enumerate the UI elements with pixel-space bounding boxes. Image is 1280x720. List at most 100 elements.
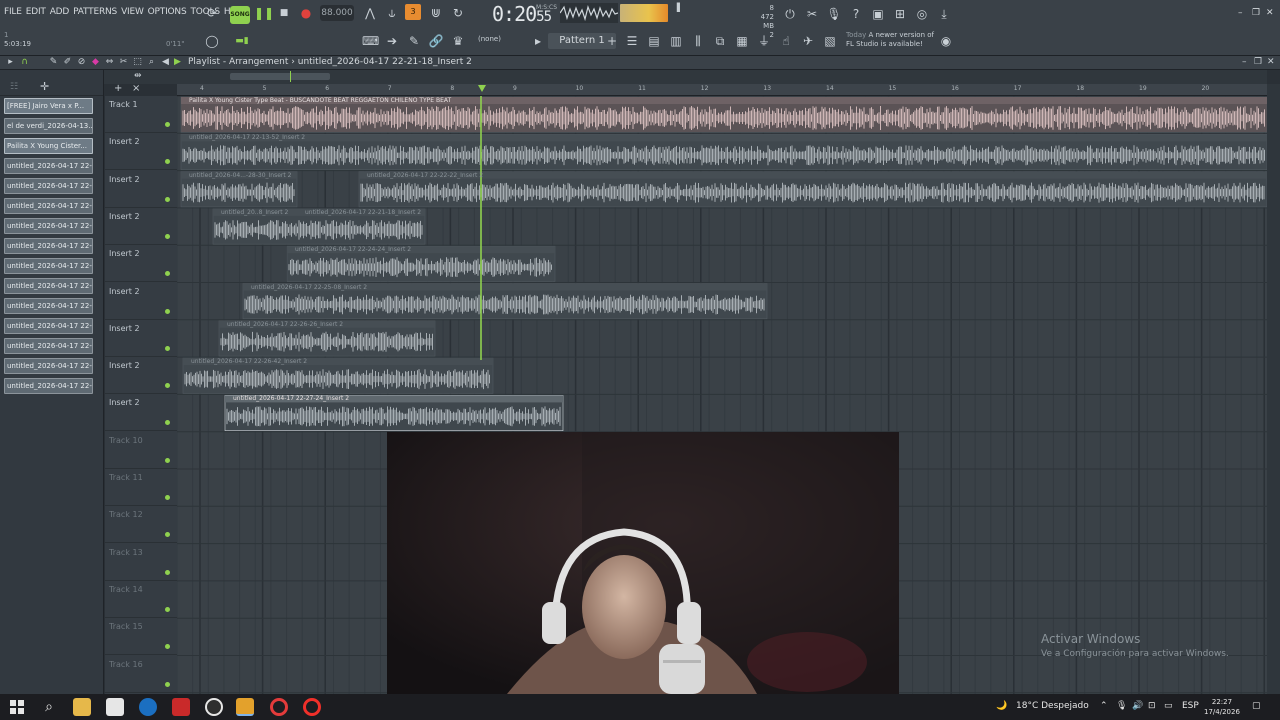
- stop-button[interactable]: ■: [276, 5, 292, 21]
- picker-clip-item[interactable]: untitled_2026-04-17 22-...: [4, 198, 93, 214]
- add-track-icon[interactable]: +: [114, 83, 122, 94]
- wait-input-icon[interactable]: ⫝: [384, 5, 400, 21]
- menu-edit[interactable]: EDIT: [26, 7, 46, 17]
- menu-view[interactable]: VIEW: [121, 7, 144, 17]
- download-icon[interactable]: ⤓: [936, 6, 952, 22]
- save-icon[interactable]: ▣: [870, 6, 886, 22]
- track-header[interactable]: Insert 2: [105, 320, 177, 357]
- steam-icon[interactable]: [139, 698, 157, 716]
- track-mute-led[interactable]: [165, 308, 170, 314]
- track-header[interactable]: Track 15: [105, 618, 177, 656]
- track-header[interactable]: Insert 2: [105, 208, 177, 245]
- track-mute-led[interactable]: [165, 233, 170, 239]
- fl-studio-icon[interactable]: [236, 698, 254, 716]
- picker-clip-item[interactable]: untitled_2026-04-17 22-...: [4, 358, 93, 374]
- link-icon[interactable]: 🔗: [428, 33, 444, 49]
- paint-tool-icon[interactable]: ✐: [63, 57, 72, 67]
- zoom-tool-icon[interactable]: ⌕: [147, 57, 156, 67]
- opera-icon[interactable]: [303, 698, 321, 716]
- undo-history-icon[interactable]: ⏻: [782, 6, 798, 22]
- track-header[interactable]: Track 10: [105, 432, 177, 469]
- magnet-icon[interactable]: ∩: [20, 57, 29, 67]
- minimize-icon[interactable]: –: [1238, 8, 1243, 18]
- track-mute-led[interactable]: [165, 159, 170, 165]
- picker-clip-item[interactable]: untitled_2026-04-17 22-...: [4, 338, 93, 354]
- track-mute-led[interactable]: [165, 196, 170, 202]
- playhead-marker[interactable]: [478, 85, 486, 92]
- plug-icon[interactable]: ⏚: [756, 33, 772, 49]
- opera-gx-icon[interactable]: [270, 698, 288, 716]
- cut-tool-icon[interactable]: ✂: [804, 6, 820, 22]
- picker-clip-item[interactable]: untitled_2026-04-17 22-...: [4, 178, 93, 194]
- select-tool-icon[interactable]: ⬚: [133, 57, 142, 67]
- track-header[interactable]: Insert 2: [105, 357, 177, 395]
- picker-move-icon[interactable]: ✛: [40, 80, 49, 93]
- microphone-icon[interactable]: 🎙: [826, 6, 842, 22]
- app-icon-1[interactable]: [106, 698, 124, 716]
- master-pitch-knob[interactable]: ◯: [204, 33, 220, 49]
- update-hint[interactable]: Today A newer version of FL Studio is av…: [846, 31, 934, 49]
- picker-clip-item[interactable]: untitled_2026-04-17 22-...: [4, 218, 93, 234]
- online-status-icon[interactable]: ◉: [938, 33, 954, 49]
- touch-icon[interactable]: ☝: [778, 33, 794, 49]
- picker-clip-item[interactable]: untitled_2026-04-17 22-...: [4, 378, 93, 394]
- pitch-knob-icon[interactable]: ▌: [672, 0, 688, 16]
- playback-tool-icon[interactable]: ◀: [161, 57, 170, 67]
- pattern-song-toggle[interactable]: SONG: [230, 6, 250, 24]
- track-header[interactable]: Track 1: [105, 96, 177, 133]
- metronome-icon[interactable]: ⋀: [362, 5, 378, 21]
- menu-file[interactable]: FILE: [4, 7, 22, 17]
- restore-icon[interactable]: ❐: [1252, 8, 1260, 18]
- search-icon[interactable]: ⌕: [40, 698, 58, 716]
- app-icon-3[interactable]: [205, 698, 223, 716]
- loop-record-icon[interactable]: ↻: [450, 5, 466, 21]
- menu-options[interactable]: OPTIONS: [148, 7, 187, 17]
- slip-tool-icon[interactable]: ⇔: [105, 57, 114, 67]
- hint-loop-icon[interactable]: ⟳: [204, 5, 220, 21]
- mute-tool-icon[interactable]: ◆: [91, 57, 100, 67]
- language-indicator[interactable]: ESP: [1182, 701, 1199, 711]
- track-mute-led[interactable]: [165, 345, 170, 351]
- picker-clip-item[interactable]: untitled_2026-04-17 22-...: [4, 298, 93, 314]
- channel-filter-select[interactable]: (none): [478, 35, 501, 43]
- snap-toggle[interactable]: ▬▮: [234, 33, 250, 49]
- track-header[interactable]: Insert 2: [105, 394, 177, 432]
- track-mute-led[interactable]: [165, 569, 170, 575]
- picker-list-icon[interactable]: ☷: [10, 82, 18, 92]
- picker-clip-item[interactable]: untitled_2026-04-17 22-...: [4, 318, 93, 334]
- track-header[interactable]: Insert 2: [105, 133, 177, 171]
- tray-chevron-icon[interactable]: ⌃: [1100, 701, 1108, 711]
- track-mute-led[interactable]: [165, 606, 170, 612]
- pl-minimize-icon[interactable]: –: [1242, 57, 1247, 67]
- picker-clip-item[interactable]: untitled_2026-04-17 22-...: [4, 258, 93, 274]
- zoom-icon[interactable]: ⇹: [134, 71, 142, 81]
- battery-icon[interactable]: ▭: [1164, 701, 1173, 711]
- picker-close-icon[interactable]: ×: [132, 83, 140, 94]
- countdown-icon[interactable]: 3: [405, 4, 421, 20]
- playlist-play-icon[interactable]: ▶: [174, 57, 181, 67]
- overview-scroll-handle[interactable]: [230, 73, 330, 80]
- file-explorer-icon[interactable]: [73, 698, 91, 716]
- weather-text[interactable]: 18°C Despejado: [1016, 701, 1089, 711]
- track-mute-led[interactable]: [165, 532, 170, 538]
- overview-strip[interactable]: ⇹: [104, 70, 1267, 84]
- mixer-view-icon[interactable]: ⫼: [690, 33, 706, 49]
- track-mute-led[interactable]: [165, 457, 170, 463]
- moon-icon[interactable]: 🌙: [996, 701, 1007, 711]
- network-icon[interactable]: ⊡: [1148, 701, 1156, 711]
- pl-close-icon[interactable]: ✕: [1267, 57, 1275, 67]
- step-edit-icon[interactable]: ⋓: [428, 5, 444, 21]
- news-icon[interactable]: ▧: [822, 33, 838, 49]
- notifications-icon[interactable]: ▢: [1252, 701, 1261, 711]
- picker-clip-item[interactable]: untitled_2026-04-17 22-...: [4, 238, 93, 254]
- typing-keyboard-icon[interactable]: ⌨: [362, 33, 379, 49]
- plugin-picker-icon[interactable]: ▦: [734, 33, 750, 49]
- channel-rack-icon[interactable]: ▥: [668, 33, 684, 49]
- help-icon[interactable]: ?: [848, 6, 864, 22]
- record-button[interactable]: ●: [298, 5, 314, 21]
- track-header[interactable]: Insert 2: [105, 245, 177, 283]
- track-mute-led[interactable]: [165, 420, 170, 426]
- arrow-right-icon[interactable]: ➔: [384, 33, 400, 49]
- piano-roll-icon[interactable]: ▤: [646, 33, 662, 49]
- mixer-icon[interactable]: ⊞: [892, 6, 908, 22]
